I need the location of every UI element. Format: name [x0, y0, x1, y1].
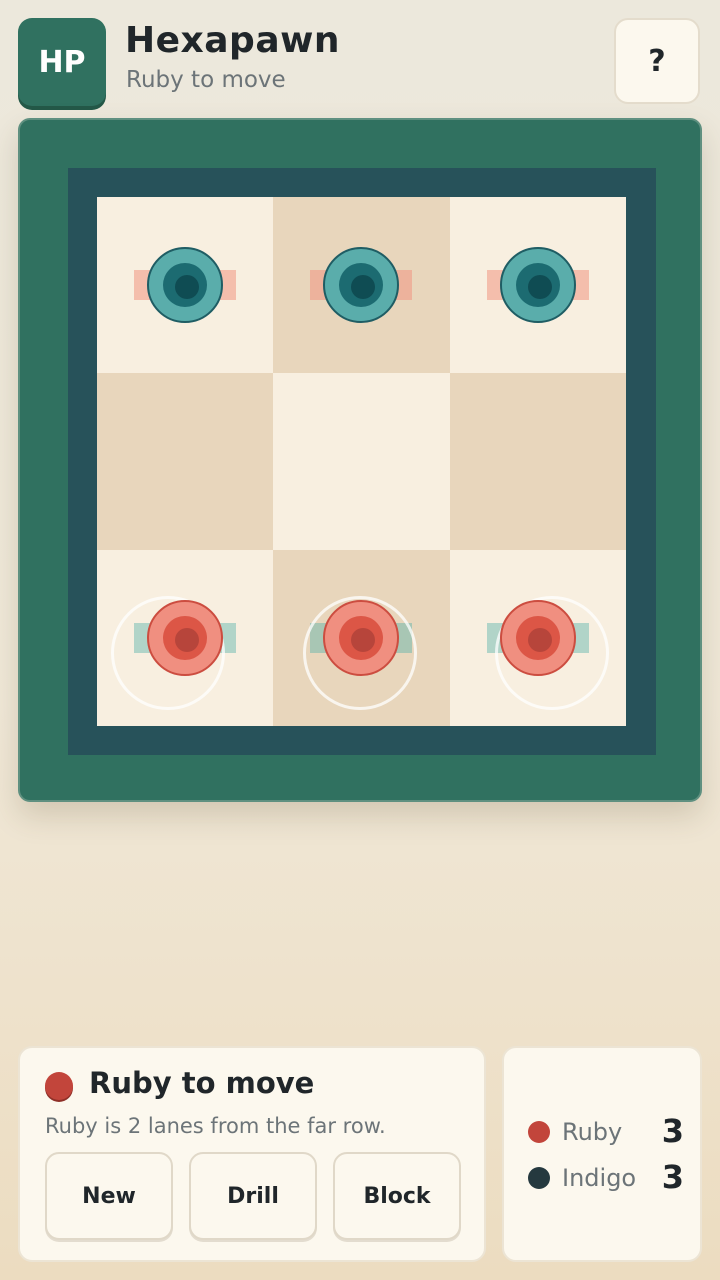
pawn-core — [527, 627, 552, 652]
status-description: Ruby is 2 lanes from the far row. — [45, 1114, 386, 1138]
turn-subtitle: Ruby to move — [126, 67, 286, 93]
score-value: 3 — [661, 1112, 684, 1150]
block-button[interactable]: Block — [333, 1152, 461, 1240]
board-cell[interactable] — [97, 373, 274, 550]
board-border — [68, 168, 656, 755]
indigo-pawn[interactable] — [147, 247, 233, 335]
indigo-pawn[interactable] — [499, 247, 586, 335]
app-logo: HP — [18, 18, 106, 106]
new-game-button[interactable]: New — [45, 1152, 173, 1240]
board-cell[interactable] — [449, 373, 627, 550]
pawn-core — [351, 627, 376, 652]
board-cell[interactable] — [97, 549, 274, 727]
board-cell[interactable] — [273, 373, 450, 550]
status-title: Ruby to move — [89, 1066, 315, 1100]
game-board — [18, 118, 702, 802]
board-cell[interactable] — [97, 197, 274, 374]
indigo-dot-icon — [528, 1167, 550, 1189]
pawn-core — [175, 627, 199, 652]
board-cell[interactable] — [273, 197, 450, 374]
board-cell[interactable] — [449, 549, 627, 727]
status-panel: Ruby to move Ruby is 2 lanes from the fa… — [18, 1046, 486, 1262]
drill-button[interactable]: Drill — [189, 1152, 317, 1240]
pawn-core — [175, 275, 199, 299]
board-grid — [97, 197, 627, 727]
app-title: Hexapawn — [125, 20, 341, 61]
ruby-dot-icon — [528, 1121, 550, 1143]
ruby-pawn[interactable] — [147, 599, 233, 688]
board-cell[interactable] — [449, 197, 627, 374]
score-label: Ruby — [562, 1118, 623, 1146]
score-value: 3 — [661, 1158, 684, 1196]
score-row-ruby: Ruby 3 — [528, 1112, 684, 1152]
score-label: Indigo — [562, 1164, 637, 1192]
board-cell[interactable] — [273, 549, 450, 727]
ruby-pawn[interactable] — [323, 599, 410, 688]
score-panel: Ruby 3 Indigo 3 — [502, 1046, 702, 1262]
help-button[interactable]: ? — [614, 18, 700, 104]
ruby-pawn[interactable] — [499, 599, 586, 688]
score-row-indigo: Indigo 3 — [528, 1158, 684, 1198]
indigo-pawn[interactable] — [323, 247, 410, 335]
ruby-turn-dot-icon — [45, 1072, 73, 1100]
pawn-core — [527, 275, 552, 299]
